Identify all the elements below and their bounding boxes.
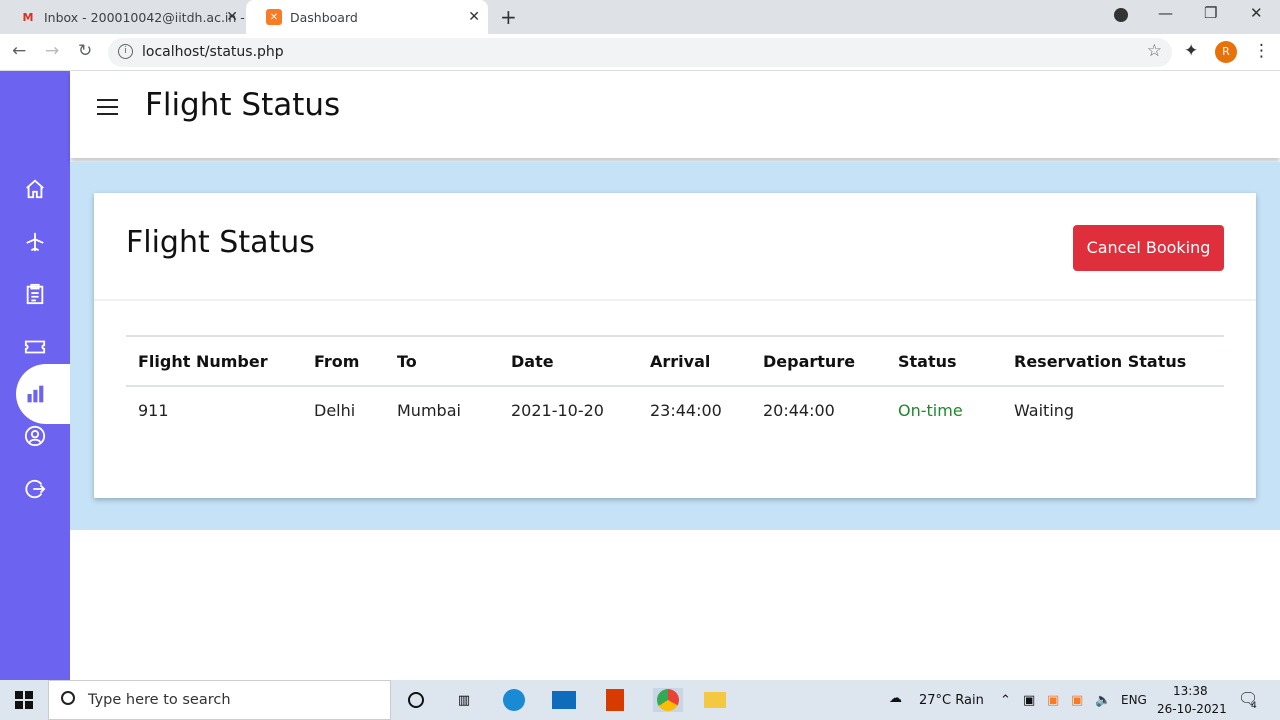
ticket-icon[interactable] — [22, 334, 48, 360]
clipboard-icon[interactable] — [22, 281, 48, 307]
home-icon[interactable] — [22, 176, 48, 202]
tab-dashboard[interactable]: ✕ Dashboard ✕ — [246, 0, 488, 34]
info-icon[interactable]: i — [118, 44, 133, 59]
user-circle-icon[interactable] — [22, 423, 48, 449]
xampp-icon: ✕ — [266, 9, 282, 25]
taskbar: Type here to search ▥ ☁ 27°C Rain ⌃ ▣ ▣ … — [0, 680, 1280, 720]
column-header: Status — [886, 335, 1002, 387]
hamburger-menu-icon[interactable] — [97, 99, 118, 115]
star-icon[interactable]: ☆ — [1147, 41, 1162, 61]
language-indicator[interactable]: ENG — [1121, 693, 1147, 707]
clock-time[interactable]: 13:38 — [1173, 684, 1208, 698]
plane-icon[interactable] — [22, 229, 48, 255]
reload-icon[interactable]: ↻ — [78, 41, 92, 61]
mail-icon[interactable] — [552, 688, 576, 712]
notification-count: 4 — [1251, 701, 1257, 711]
column-header: From — [302, 335, 385, 387]
logout-icon[interactable] — [22, 476, 48, 502]
column-header: Date — [499, 335, 638, 387]
close-window-icon[interactable]: ✕ — [1250, 4, 1263, 22]
column-header: Departure — [751, 335, 886, 387]
cell-status: On-time — [898, 401, 963, 420]
back-icon[interactable]: ← — [12, 41, 26, 61]
tab-search-icon[interactable] — [1114, 8, 1128, 22]
tab-title: Dashboard — [290, 9, 358, 25]
chrome-icon[interactable] — [653, 688, 683, 712]
close-icon[interactable]: ✕ — [226, 9, 238, 25]
cell-from: Delhi — [314, 401, 356, 420]
taskbar-search-input[interactable]: Type here to search — [48, 680, 391, 720]
chevron-up-icon[interactable]: ⌃ — [1000, 693, 1011, 708]
cell-departure: 20:44:00 — [763, 401, 835, 420]
tab-inbox[interactable]: M Inbox - 200010042@iitdh.ac.in - ✕ — [0, 0, 246, 34]
cell-arrival: 23:44:00 — [650, 401, 722, 420]
table-header-row: Flight Number From To Date Arrival Depar… — [126, 335, 1224, 387]
minimize-icon[interactable]: — — [1158, 4, 1173, 22]
card-title: Flight Status — [126, 225, 315, 260]
column-header: Reservation Status — [1002, 335, 1224, 387]
gmail-icon: M — [22, 10, 34, 24]
column-header: Flight Number — [126, 335, 302, 387]
avatar[interactable]: R — [1215, 41, 1237, 63]
extensions-icon[interactable]: ✦ — [1184, 41, 1198, 61]
cell-reservation-status: Waiting — [1014, 401, 1075, 420]
cortana-icon[interactable] — [404, 688, 428, 712]
new-tab-icon[interactable]: + — [500, 5, 517, 29]
file-explorer-icon[interactable] — [703, 688, 727, 712]
flight-status-card: Flight Status Cancel Booking Flight Numb… — [94, 193, 1256, 498]
url-input[interactable]: i localhost/status.php ☆ — [108, 38, 1172, 67]
table-row: 911 Delhi Mumbai 2021-10-20 23:44:00 20:… — [126, 386, 1224, 434]
browser-tab-bar: M Inbox - 200010042@iitdh.ac.in - ✕ ✕ Da… — [0, 0, 1280, 34]
cell-flight-number: 911 — [138, 401, 169, 420]
restore-icon[interactable]: ❐ — [1204, 4, 1217, 22]
task-view-icon[interactable]: ▥ — [452, 688, 476, 712]
weather-icon: ☁ — [889, 691, 902, 706]
xampp-tray-icon[interactable]: ▣ — [1047, 693, 1059, 708]
menu-icon[interactable]: ⋮ — [1253, 41, 1270, 61]
column-header: To — [385, 335, 499, 387]
cell-to: Mumbai — [397, 401, 461, 420]
sidebar — [0, 71, 70, 680]
tab-title: Inbox - 200010042@iitdh.ac.in - — [44, 9, 245, 25]
address-bar: ← → ↻ i localhost/status.php ☆ ✦ R ⋮ — [0, 34, 1280, 71]
search-icon — [61, 691, 75, 705]
flight-table: Flight Number From To Date Arrival Depar… — [126, 335, 1224, 434]
weather-text[interactable]: 27°C Rain — [919, 693, 984, 708]
cancel-booking-button[interactable]: Cancel Booking — [1073, 225, 1224, 271]
card-header: Flight Status Cancel Booking — [94, 193, 1256, 301]
close-icon[interactable]: ✕ — [468, 9, 480, 25]
app-header: Flight Status — [70, 71, 1280, 158]
volume-icon[interactable]: 🔈 — [1095, 693, 1111, 708]
search-placeholder: Type here to search — [88, 692, 231, 708]
edge-icon[interactable] — [502, 688, 526, 712]
office-icon[interactable] — [603, 688, 627, 712]
xampp-tray-icon[interactable]: ▣ — [1071, 693, 1083, 708]
forward-icon[interactable]: → — [45, 41, 59, 61]
clock-date[interactable]: 26-10-2021 — [1157, 702, 1227, 716]
tray-app-icon[interactable]: ▣ — [1023, 693, 1035, 708]
url-text: localhost/status.php — [142, 44, 284, 60]
cell-date: 2021-10-20 — [511, 401, 604, 420]
windows-start-icon[interactable] — [12, 688, 36, 712]
page-title: Flight Status — [145, 87, 341, 123]
bar-chart-icon[interactable] — [22, 381, 48, 407]
column-header: Arrival — [638, 335, 751, 387]
